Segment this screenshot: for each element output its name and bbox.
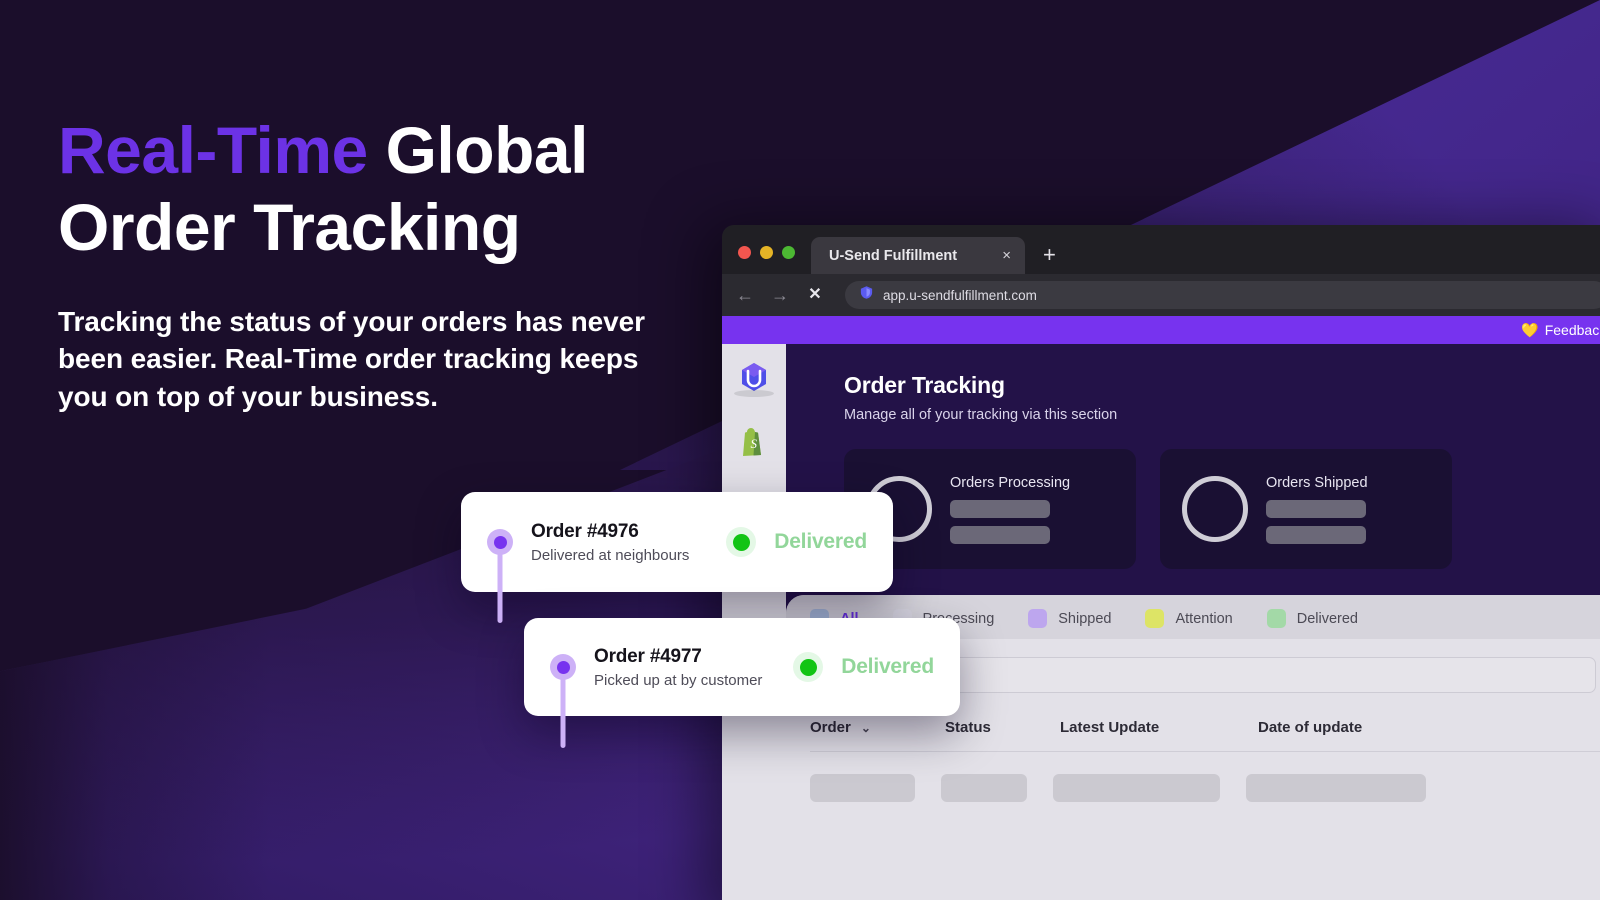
shopify-icon[interactable]: S — [737, 425, 771, 459]
tab-swatch — [1028, 609, 1048, 628]
stat-skeleton-bar — [1266, 525, 1366, 544]
column-header-status[interactable]: Status — [945, 719, 1060, 736]
status-label: Delivered — [774, 530, 867, 553]
browser-tab-title: U-Send Fulfillment — [829, 247, 958, 264]
close-tab-icon[interactable]: × — [1002, 248, 1011, 263]
stat-skeleton-bar — [950, 499, 1050, 518]
promo-stage: Real-Time Global Order Tracking Tracking… — [0, 0, 1600, 900]
tab-attention[interactable]: Attention — [1145, 609, 1233, 639]
close-window-button[interactable] — [738, 246, 751, 259]
stat-skeleton-bar — [1266, 499, 1366, 518]
maximize-window-button[interactable] — [782, 246, 795, 259]
pin-dot — [550, 654, 576, 680]
tab-swatch — [1145, 609, 1165, 628]
map-pin-icon — [483, 529, 517, 623]
status-dot-icon — [726, 527, 757, 557]
table-header-row: Order ⌄ Status Latest Update Date of upd… — [810, 719, 1600, 751]
tab-label: Shipped — [1058, 610, 1112, 627]
column-label: Date of update — [1258, 719, 1363, 736]
order-card-title: Order #4976 — [531, 520, 639, 542]
browser-toolbar: ← → ✕ app.u-sendfulfillment.com — [722, 274, 1600, 316]
order-card-subtitle: Delivered at neighbours — [531, 546, 690, 564]
hero-title-accent: Real-Time — [58, 113, 368, 187]
progress-ring-icon — [1182, 476, 1248, 542]
stat-cards: Orders Processing Orders Shipped — [786, 423, 1600, 569]
stat-skeleton-bar — [950, 525, 1050, 544]
tab-label: Attention — [1175, 610, 1233, 627]
pin-stem — [560, 678, 566, 748]
cell-order-skeleton — [810, 774, 915, 802]
cell-status-skeleton — [941, 774, 1027, 802]
order-card[interactable]: Order #4976 Delivered at neighbours Deli… — [461, 492, 893, 623]
hero-body: Tracking the status of your orders has n… — [58, 306, 645, 412]
column-header-latest-update[interactable]: Latest Update — [1060, 719, 1258, 736]
order-card[interactable]: Order #4977 Picked up at by customer Del… — [524, 618, 960, 748]
tab-swatch — [1266, 609, 1286, 628]
heart-icon: 💛 — [1521, 322, 1539, 338]
map-pin-icon — [546, 654, 580, 748]
feedback-banner[interactable]: 💛 Feedback? — [722, 316, 1600, 344]
column-label: Status — [945, 719, 991, 736]
back-icon[interactable]: ← — [736, 286, 754, 304]
tab-delivered[interactable]: Delivered — [1266, 609, 1358, 639]
stat-label: Orders Shipped — [1266, 474, 1368, 491]
url-text: app.u-sendfulfillment.com — [883, 287, 1037, 303]
page-title: Order Tracking — [844, 372, 1005, 398]
tab-label: Delivered — [1296, 610, 1358, 627]
site-shield-icon — [859, 285, 874, 305]
order-card-status: Delivered — [726, 527, 867, 557]
feedback-label: Feedback? — [1544, 322, 1600, 338]
address-bar[interactable]: app.u-sendfulfillment.com — [845, 281, 1600, 309]
stop-loading-icon[interactable]: ✕ — [806, 287, 824, 303]
u-send-logo-icon[interactable] — [737, 360, 771, 394]
svg-text:S: S — [751, 436, 758, 451]
logo-shadow — [734, 390, 774, 397]
new-tab-button[interactable]: + — [1043, 244, 1056, 266]
browser-tab-active[interactable]: U-Send Fulfillment × — [811, 237, 1025, 274]
column-label: Order — [810, 719, 851, 736]
search-input[interactable] — [851, 667, 1581, 683]
order-card-subtitle: Picked up at by customer — [594, 671, 763, 689]
minimize-window-button[interactable] — [760, 246, 773, 259]
page-header: Order Tracking Manage all of your tracki… — [786, 344, 1600, 423]
stat-card-orders-shipped[interactable]: Orders Shipped — [1160, 449, 1452, 569]
hero-title-line2: Order Tracking — [58, 189, 521, 264]
stat-label: Orders Processing — [950, 474, 1071, 491]
hero-copy: Real-Time Global Order Tracking Tracking… — [58, 112, 718, 415]
column-label: Latest Update — [1060, 719, 1160, 736]
forward-icon[interactable]: → — [771, 286, 789, 304]
table-row[interactable] — [810, 752, 1600, 802]
cell-latest-update-skeleton — [1053, 774, 1220, 802]
order-card-status: Delivered — [793, 652, 934, 682]
cell-date-skeleton — [1246, 774, 1426, 802]
page-subtitle: Manage all of your tracking via this sec… — [844, 407, 1118, 423]
status-label: Delivered — [841, 655, 934, 678]
pin-dot — [487, 529, 513, 555]
status-dot-icon — [793, 652, 824, 682]
order-card-title: Order #4977 — [594, 645, 702, 667]
browser-tab-bar: U-Send Fulfillment × + — [722, 225, 1600, 274]
column-header-date-of-update[interactable]: Date of update — [1258, 719, 1468, 736]
pin-stem — [497, 553, 503, 623]
column-header-order[interactable]: Order ⌄ — [810, 719, 945, 736]
tab-shipped[interactable]: Shipped — [1028, 609, 1111, 639]
window-controls — [738, 246, 795, 274]
hero-title-rest: Global — [367, 113, 589, 187]
hero-title: Real-Time Global Order Tracking — [58, 112, 718, 265]
chevron-down-icon[interactable]: ⌄ — [861, 721, 871, 735]
